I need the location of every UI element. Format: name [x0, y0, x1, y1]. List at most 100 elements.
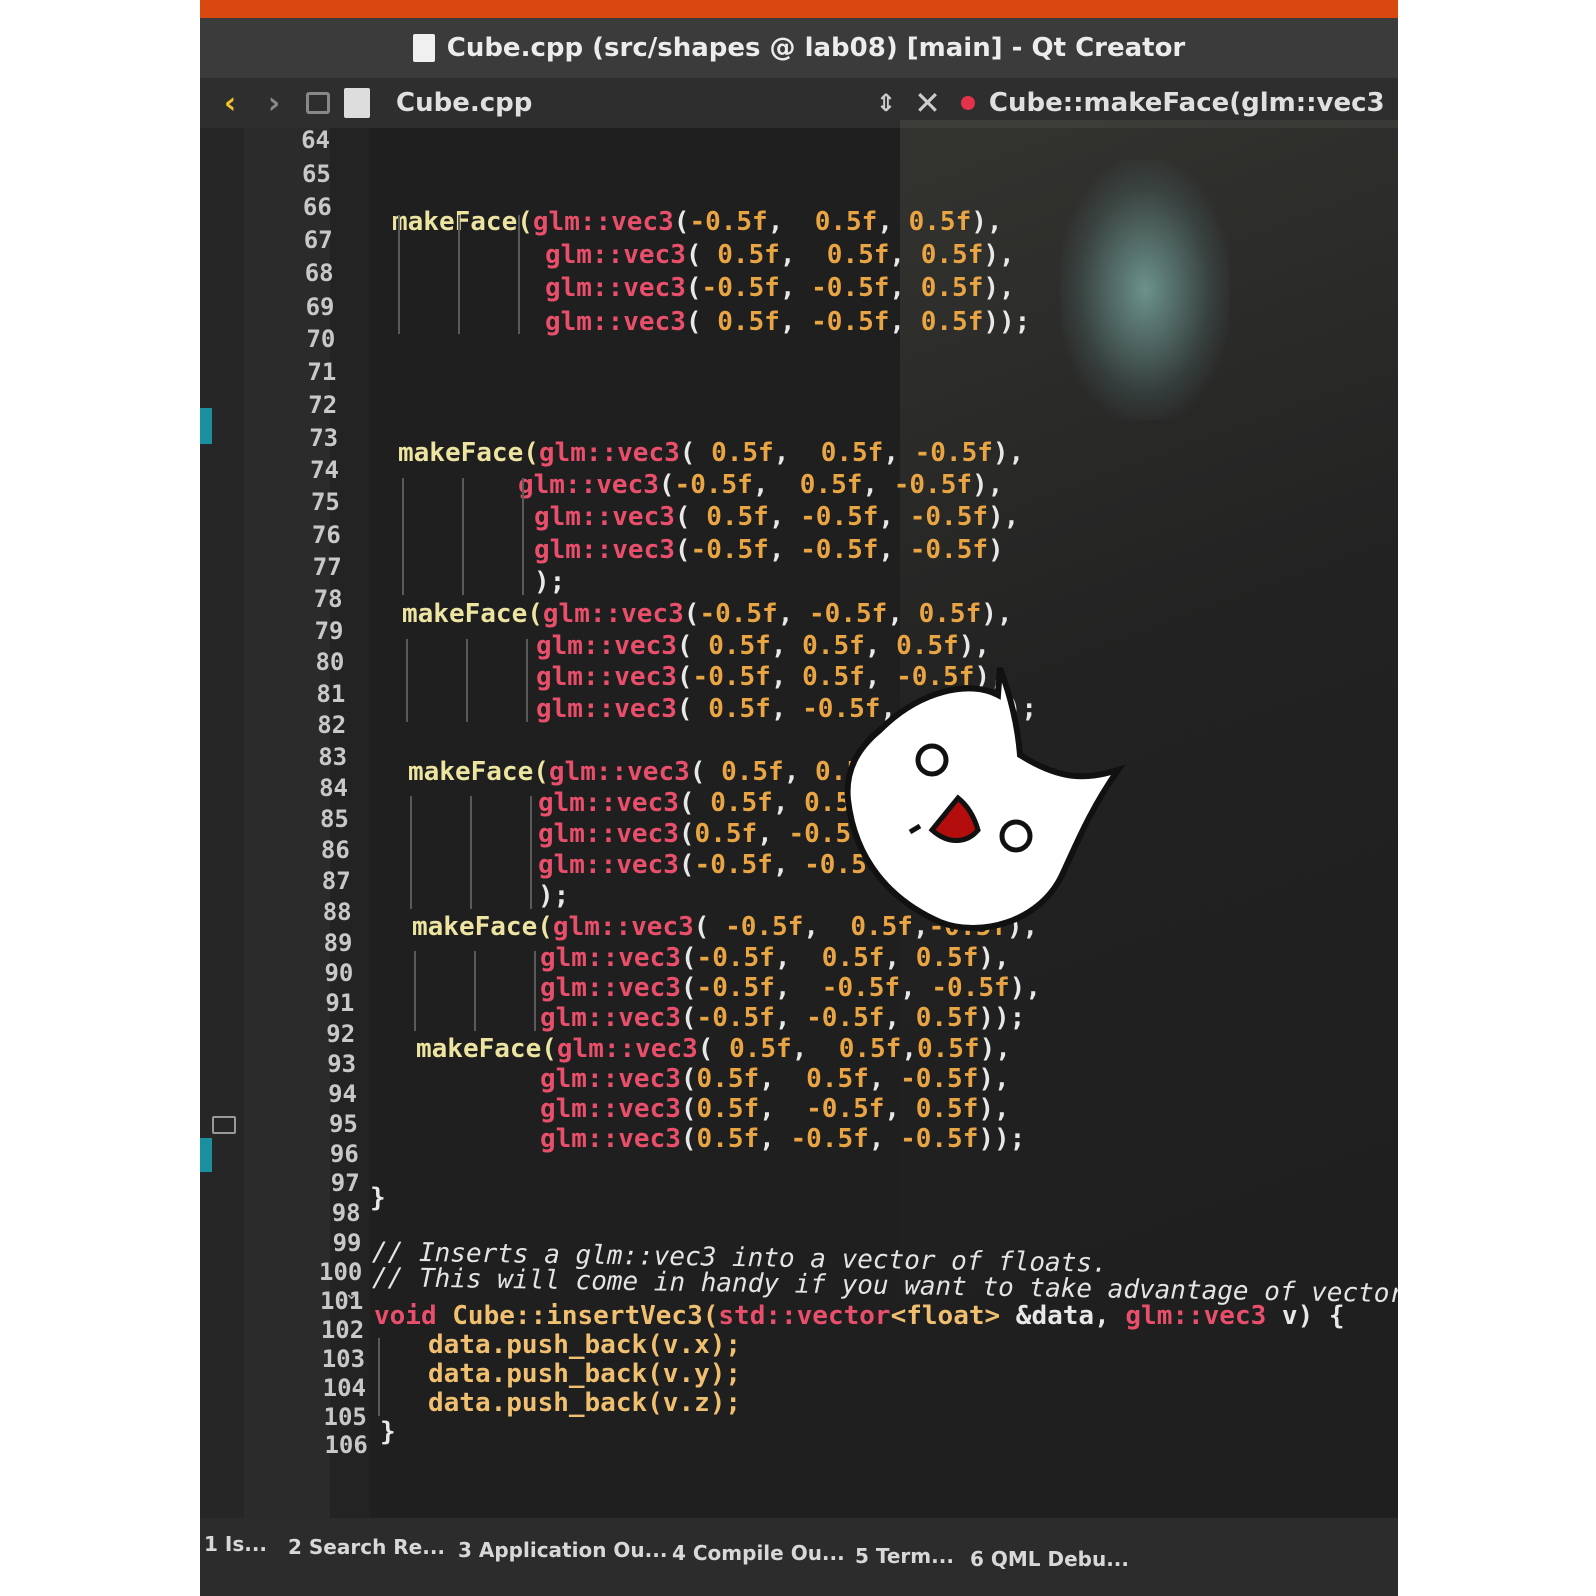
- code-token: makeFace(: [392, 206, 533, 237]
- code-line[interactable]: glm::vec3(0.5f, 0.5f, -0.5f),: [540, 1064, 1010, 1094]
- code-token: ,: [770, 693, 803, 724]
- code-token: v) {: [1266, 1301, 1345, 1332]
- code-token: glm::vec3: [534, 534, 675, 565]
- code-token: ,: [862, 470, 894, 500]
- output-tab[interactable]: 1 Is...: [204, 1532, 267, 1556]
- output-tab[interactable]: 3 Application Ou...: [458, 1538, 667, 1562]
- code-token: (: [697, 1033, 730, 1064]
- code-line[interactable]: data.push_back(v.y);: [428, 1359, 741, 1389]
- code-token: 0.5f: [820, 437, 884, 468]
- indent-guide: [414, 950, 416, 1032]
- line-number: 91: [325, 989, 355, 1018]
- line-number: 92: [326, 1019, 356, 1048]
- panel-toggle-icon[interactable]: [212, 1116, 236, 1134]
- output-tab[interactable]: 5 Term...: [855, 1544, 954, 1568]
- indent-guide: [534, 950, 536, 1032]
- code-line[interactable]: glm::vec3(-0.5f, 0.5f, -0.5f),: [518, 470, 1003, 500]
- code-line[interactable]: makeFace(glm::vec3(-0.5f, 0.5f, 0.5f),: [392, 207, 1003, 237]
- mode-sidebar: [200, 128, 244, 1518]
- code-token: }: [380, 1416, 396, 1447]
- output-tab[interactable]: 2 Search Re...: [288, 1535, 445, 1559]
- code-token: -0.5f: [909, 534, 989, 565]
- line-number: 98: [331, 1199, 361, 1228]
- desktop-menubar-strip: [200, 0, 1398, 18]
- code-token: glm::vec3: [552, 911, 694, 942]
- line-number: 102: [320, 1316, 365, 1345]
- code-line[interactable]: data.push_back(v.z);: [428, 1388, 741, 1418]
- cat-face-sticker-icon: [844, 666, 1126, 931]
- code-token: -0.5f: [806, 1003, 885, 1034]
- code-token: ,: [864, 630, 897, 661]
- output-pane-tabs: 1 Is... 2 Search Re... 3 Application Ou...…: [200, 1518, 1398, 1596]
- file-icon: [344, 88, 370, 118]
- code-token: -0.5f: [800, 534, 879, 565]
- code-line[interactable]: );: [538, 881, 569, 911]
- code-line[interactable]: glm::vec3(0.5f, -0.5f, -0.5f));: [540, 1124, 1025, 1154]
- code-token: 0.5f: [826, 240, 890, 271]
- code-token: (: [676, 662, 693, 693]
- code-token: 0.5f: [915, 1003, 979, 1034]
- code-line[interactable]: glm::vec3(-0.5f, -0.5f, 0.5f),: [545, 273, 1015, 303]
- code-line[interactable]: );: [534, 567, 565, 597]
- code-token: ),: [992, 437, 1025, 468]
- code-token: ,: [757, 819, 789, 850]
- code-token: 0.5f: [717, 240, 780, 271]
- code-token: (: [680, 1063, 697, 1094]
- line-number: 71: [307, 358, 337, 387]
- code-token: ,: [889, 306, 921, 337]
- code-line[interactable]: data.push_back(v.x);: [428, 1330, 741, 1360]
- code-token: &data,: [1000, 1301, 1126, 1332]
- lock-icon[interactable]: [306, 92, 330, 114]
- chevron-right-icon[interactable]: ›: [252, 86, 296, 121]
- code-token: (: [658, 470, 675, 500]
- code-token: ));: [978, 1003, 1026, 1034]
- code-token: -0.5f: [811, 306, 890, 337]
- file-switcher-arrows-icon[interactable]: ⇕: [876, 89, 896, 117]
- chevron-down-icon[interactable]: ⌄: [344, 1283, 359, 1304]
- code-token: (: [673, 206, 690, 237]
- code-line[interactable]: void Cube::insertVec3(std::vector<float>…: [374, 1301, 1345, 1331]
- code-token: ,: [773, 437, 821, 468]
- code-line[interactable]: glm::vec3(-0.5f, -0.5f, 0.5f));: [540, 1003, 1025, 1033]
- code-line[interactable]: makeFace(glm::vec3( 0.5f, 0.5f, -0.5f),: [398, 438, 1024, 468]
- code-line[interactable]: makeFace(glm::vec3(-0.5f, -0.5f, 0.5f),: [402, 599, 1013, 629]
- chevron-left-icon[interactable]: ‹: [208, 86, 252, 121]
- code-token: -0.5f: [701, 273, 780, 304]
- code-line[interactable]: glm::vec3(-0.5f, -0.5f, -0.5f): [534, 535, 1004, 565]
- code-token: std::vector: [718, 1301, 891, 1332]
- code-line[interactable]: glm::vec3(-0.5f, -0.5f, -0.5f),: [540, 973, 1041, 1003]
- code-line[interactable]: }: [370, 1183, 386, 1213]
- output-tab[interactable]: 6 QML Debu...: [970, 1547, 1129, 1571]
- code-line[interactable]: glm::vec3( 0.5f, -0.5f, -0.5f),: [534, 502, 1019, 532]
- output-tab[interactable]: 4 Compile Ou...: [672, 1541, 845, 1565]
- code-token: (: [680, 1094, 697, 1124]
- code-token: (: [680, 942, 697, 973]
- code-token: 0.5f: [708, 630, 771, 661]
- code-token: ,: [770, 662, 803, 693]
- code-line[interactable]: glm::vec3(-0.5f, 0.5f, 0.5f),: [540, 943, 1010, 973]
- line-number: 76: [311, 520, 341, 549]
- code-line[interactable]: makeFace(glm::vec3( 0.5f, 0.5f,0.5f),: [416, 1034, 1011, 1064]
- code-line[interactable]: glm::vec3( 0.5f, 0.5f, 0.5f),: [545, 240, 1015, 270]
- line-number: 85: [319, 805, 349, 834]
- code-token: (: [678, 850, 695, 881]
- code-token: glm::vec3: [536, 693, 677, 724]
- code-line[interactable]: glm::vec3(0.5f, -0.5f, 0.5f),: [540, 1094, 1010, 1124]
- code-token: 0.5f: [696, 1123, 760, 1154]
- current-symbol[interactable]: Cube::makeFace(glm::vec3: [989, 88, 1385, 118]
- code-token: -0.5f: [909, 502, 989, 533]
- code-token: makeFace(: [412, 911, 553, 942]
- open-file-name[interactable]: Cube.cpp: [396, 88, 866, 118]
- code-line[interactable]: glm::vec3( 0.5f, 0.5f, 0.5f),: [536, 631, 990, 661]
- indent-guide: [474, 950, 476, 1032]
- code-line[interactable]: }: [380, 1417, 396, 1447]
- code-token: ,: [779, 273, 812, 304]
- close-icon[interactable]: ✕: [914, 84, 941, 122]
- window-titlebar: Cube.cpp (src/shapes @ lab08) [main] - Q…: [200, 18, 1398, 78]
- code-line[interactable]: glm::vec3( 0.5f, -0.5f, 0.5f));: [545, 307, 1030, 337]
- code-token: ,: [901, 1033, 917, 1064]
- code-token: 0.5f: [729, 1033, 792, 1064]
- code-token: 0.5f: [920, 306, 984, 337]
- code-token: glm::vec3: [536, 630, 677, 661]
- indent-guide: [466, 638, 468, 722]
